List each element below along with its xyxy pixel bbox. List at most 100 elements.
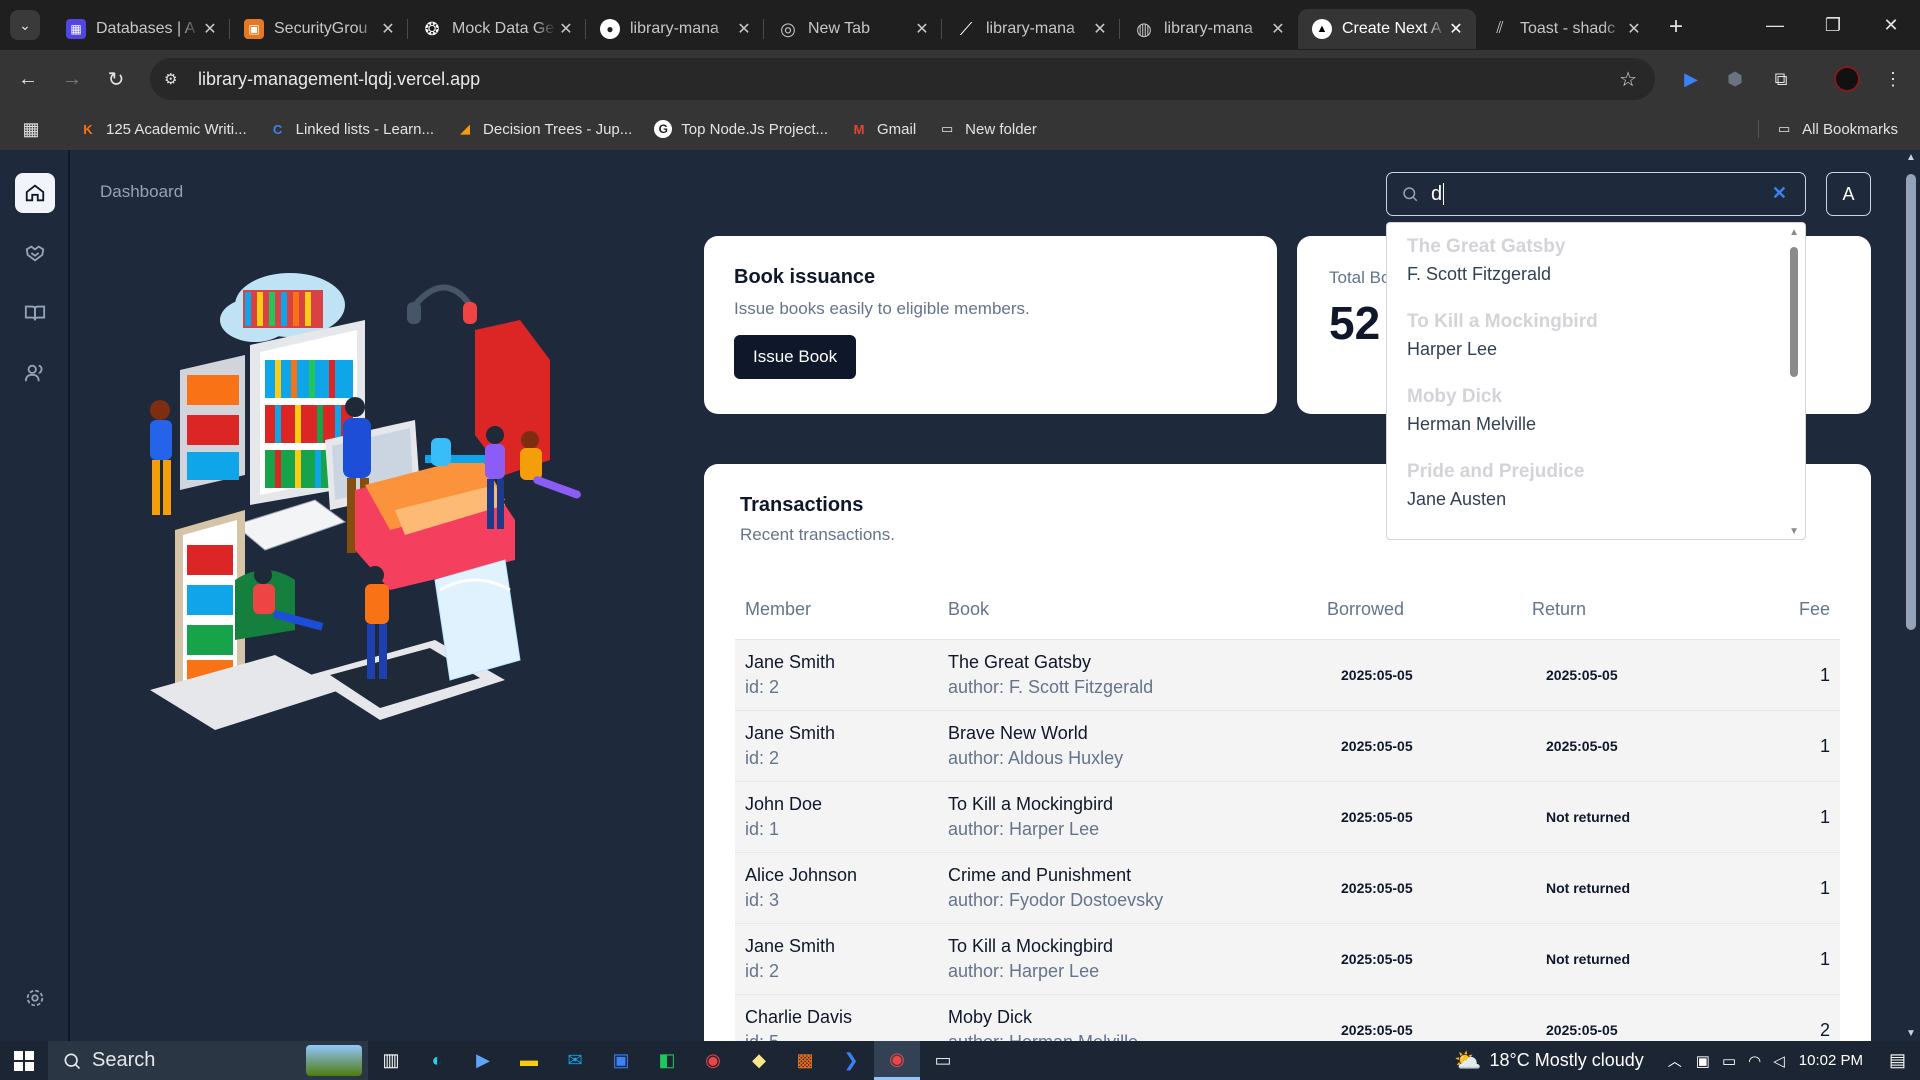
table-row[interactable]: Jane Smith id: 2 Brave New World author: A… <box>735 711 1840 782</box>
chrome-menu-icon[interactable]: ⋮ <box>1878 64 1908 94</box>
browser-tab[interactable]: ❂ Mock Data Ge ✕ <box>408 9 586 49</box>
site-info-icon[interactable]: ⚙ <box>164 70 188 88</box>
book-open-icon[interactable] <box>15 293 55 333</box>
table-row[interactable]: Charlie Davis id: 5 Moby Dick author: Herm… <box>735 995 1840 1041</box>
search-icon <box>1403 187 1418 202</box>
chrome-icon[interactable]: ◉ <box>690 1041 736 1080</box>
users-icon[interactable] <box>15 353 55 393</box>
browser-tab-active[interactable]: ▲ Create Next A ✕ <box>1298 9 1476 49</box>
address-bar[interactable]: ⚙ library-management-lqdj.vercel.app ☆ <box>150 58 1655 100</box>
settings-gear-icon[interactable] <box>15 978 55 1018</box>
page-scrollbar[interactable]: ▲ ▼ <box>1902 150 1920 1041</box>
restore-button[interactable]: ❐ <box>1804 0 1862 50</box>
extensions-puzzle-icon[interactable]: ⧉ <box>1766 64 1796 94</box>
clear-search-icon[interactable]: ✕ <box>1772 183 1787 204</box>
close-icon[interactable]: ✕ <box>1624 19 1644 39</box>
close-window-button[interactable]: ✕ <box>1862 0 1920 50</box>
weather-icon[interactable]: ⛅ <box>1454 1048 1481 1074</box>
breadcrumb[interactable]: Dashboard <box>100 182 183 202</box>
volume-icon[interactable]: ◁ <box>1773 1052 1785 1070</box>
extension-icon[interactable]: ▶ <box>1676 64 1706 94</box>
bookmark-star-icon[interactable]: ☆ <box>1619 67 1637 92</box>
search-result-item[interactable]: Moby Dick Herman Melville <box>1387 373 1805 448</box>
table-row[interactable]: John Doe id: 1 To Kill a Mockingbird autho… <box>735 782 1840 853</box>
dropdown-scrollbar[interactable]: ▲ ▼ <box>1787 223 1801 539</box>
task-view-icon[interactable]: ▥ <box>368 1041 414 1080</box>
tab-search-menu-button[interactable]: ⌄ <box>10 10 40 40</box>
wifi-icon[interactable]: ◠ <box>1748 1052 1761 1070</box>
store-icon[interactable]: ◧ <box>644 1041 690 1080</box>
card-description: Issue books easily to eligible members. <box>734 299 1030 318</box>
browser-tab[interactable]: ⫽ Toast - shadc ✕ <box>1476 9 1654 49</box>
edge-icon[interactable]: ◐ <box>414 1041 460 1080</box>
weather-text[interactable]: 18°C Mostly cloudy <box>1489 1050 1643 1071</box>
handshake-icon[interactable] <box>15 233 55 273</box>
openai-icon: ❂ <box>424 18 440 39</box>
forward-button[interactable]: → <box>50 57 94 101</box>
file-explorer-icon[interactable]: ▬ <box>506 1041 552 1080</box>
browser-tab[interactable]: ◎ New Tab ✕ <box>764 9 942 49</box>
home-icon[interactable] <box>15 173 55 213</box>
bookmark-item[interactable]: ◢ Decision Trees - Jup... <box>456 120 632 138</box>
notification-icon[interactable]: ▤ <box>1889 1050 1906 1071</box>
teams-icon[interactable]: ▣ <box>598 1041 644 1080</box>
browser-tab[interactable]: ◍ library-mana ✕ <box>1120 9 1298 49</box>
outlook-icon[interactable]: ✉ <box>552 1041 598 1080</box>
issue-book-button[interactable]: Issue Book <box>734 335 857 379</box>
table-row[interactable]: Alice Johnson id: 3 Crime and Punishment a… <box>735 853 1840 924</box>
search-result-item[interactable]: The Great Gatsby F. Scott Fitzgerald <box>1387 223 1805 298</box>
member-name: Charlie Davis <box>745 1007 853 1027</box>
search-input[interactable]: d ✕ <box>1386 172 1806 216</box>
close-icon[interactable]: ✕ <box>200 19 220 39</box>
browser-tab[interactable]: ▣ SecurityGrou ✕ <box>230 9 408 49</box>
search-query[interactable]: d <box>1431 183 1442 205</box>
close-icon[interactable]: ✕ <box>912 19 932 39</box>
browser-tab[interactable]: ⟋ library-mana ✕ <box>942 9 1120 49</box>
battery-icon[interactable]: ▭ <box>1722 1052 1736 1070</box>
borrowed-date: 2025:05-05 <box>1341 667 1413 683</box>
table-row[interactable]: Jane Smith id: 2 The Great Gatsby author: … <box>735 640 1840 711</box>
close-icon[interactable]: ✕ <box>1268 19 1288 39</box>
bookmark-item[interactable]: K 125 Academic Writi... <box>79 120 246 138</box>
table-row[interactable]: Jane Smith id: 2 To Kill a Mockingbird aut… <box>735 924 1840 995</box>
browser-tab[interactable]: ▦ Databases | A ✕ <box>52 9 230 49</box>
all-bookmarks-button[interactable]: ▭ All Bookmarks <box>1758 120 1898 138</box>
meet-icon[interactable]: ▣ <box>1696 1052 1710 1070</box>
close-icon[interactable]: ✕ <box>556 19 576 39</box>
chrome-active-icon[interactable]: ◉ <box>874 1041 920 1080</box>
windows-start-button[interactable] <box>0 1041 48 1080</box>
powershell-icon[interactable]: ▶ <box>460 1041 506 1080</box>
minimize-button[interactable]: — <box>1746 0 1804 50</box>
member-id: id: 5 <box>745 1032 948 1041</box>
apps-grid-icon[interactable]: ▦ <box>22 119 49 139</box>
terminal-icon[interactable]: ▭ <box>920 1041 966 1080</box>
close-icon[interactable]: ✕ <box>1090 19 1110 39</box>
avatar-button[interactable]: A <box>1826 172 1871 216</box>
close-icon[interactable]: ✕ <box>734 19 754 39</box>
bookmark-item[interactable]: M Gmail <box>850 120 917 138</box>
clock[interactable]: 10:02 PM <box>1799 1052 1863 1069</box>
extension-icon[interactable]: ⬢ <box>1720 64 1750 94</box>
postman-icon[interactable]: ▩ <box>782 1041 828 1080</box>
return-date: 2025:05-05 <box>1546 738 1618 754</box>
close-icon[interactable]: ✕ <box>1446 19 1466 39</box>
url-text[interactable]: library-management-lqdj.vercel.app <box>198 69 480 90</box>
back-button[interactable]: ← <box>6 57 50 101</box>
tab-title: SecurityGrou <box>274 20 368 37</box>
new-tab-button[interactable]: + <box>1658 9 1694 45</box>
close-icon[interactable]: ✕ <box>378 19 398 39</box>
vscode-icon[interactable]: ❯ <box>828 1041 874 1080</box>
fee-value: 1 <box>1819 877 1830 898</box>
chevron-up-icon[interactable]: ︿ <box>1668 1051 1682 1071</box>
search-result-item[interactable]: Pride and Prejudice Jane Austen <box>1387 448 1805 523</box>
browser-tab[interactable]: ● library-mana ✕ <box>586 9 764 49</box>
search-result-item[interactable]: To Kill a Mockingbird Harper Lee <box>1387 298 1805 373</box>
bookmark-folder[interactable]: ▭ New folder <box>938 120 1037 138</box>
book-title: Moby Dick <box>948 1007 1033 1027</box>
taskbar-search[interactable]: Search <box>48 1041 368 1080</box>
git-icon[interactable]: ◆ <box>736 1041 782 1080</box>
bookmark-item[interactable]: C Linked lists - Learn... <box>269 120 434 138</box>
bookmark-item[interactable]: G Top Node.Js Project... <box>654 120 828 138</box>
profile-avatar[interactable] <box>1832 64 1862 94</box>
reload-button[interactable]: ↻ <box>94 57 138 101</box>
